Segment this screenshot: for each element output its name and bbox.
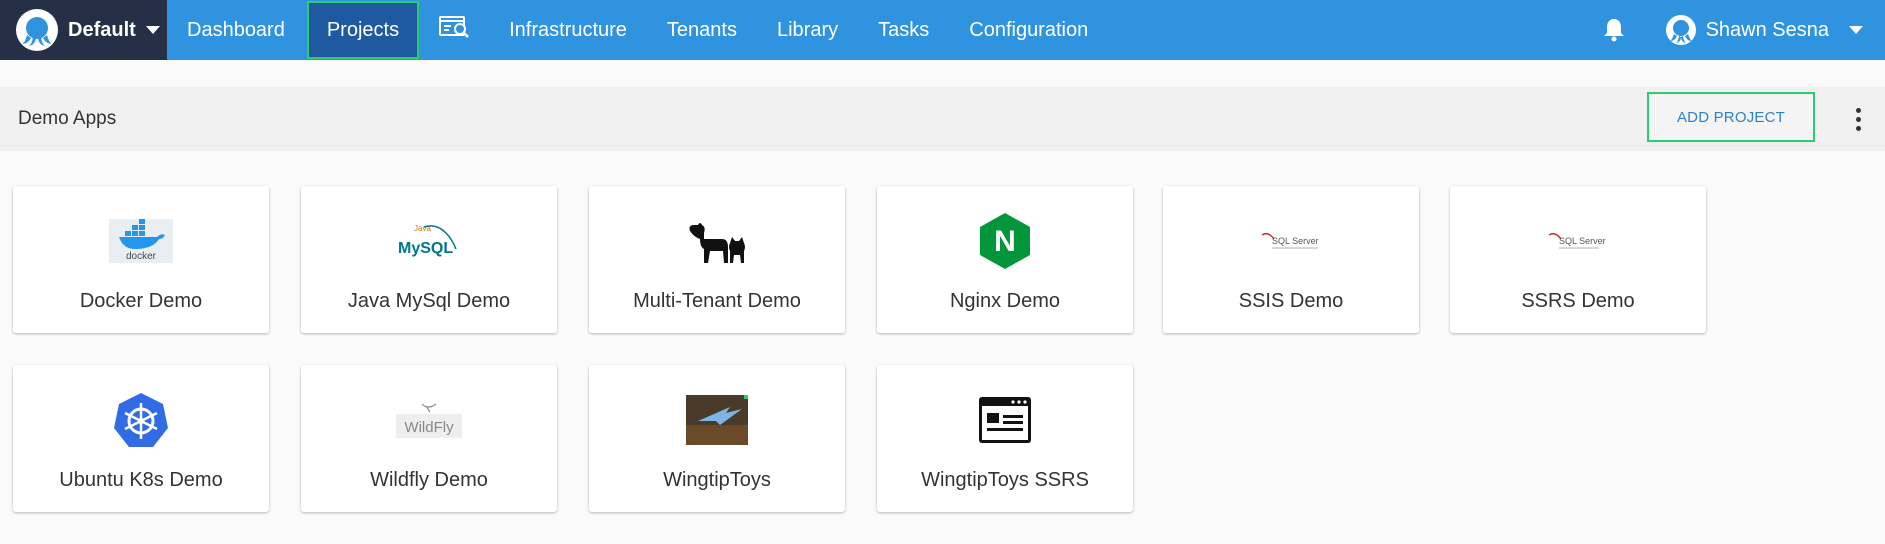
nav-dashboard[interactable]: Dashboard [167,0,305,60]
nav-configuration[interactable]: Configuration [949,0,1108,60]
svg-text:docker: docker [126,251,157,262]
project-name: Nginx Demo [949,290,1061,312]
user-name: Shawn Sesna [1705,18,1829,41]
project-name: SSRS Demo [1521,290,1635,312]
browser-window-icon [877,391,1133,449]
sql-server-logo: SQL Server [1163,212,1419,270]
project-name: Ubuntu K8s Demo [59,469,223,491]
project-name: WingtipToys SSRS [921,469,1089,491]
nav-projects[interactable]: Projects [306,1,420,59]
main-nav: Dashboard Projects Infrastructure Tenant… [167,0,1108,60]
project-card-ubuntu-k8s-demo[interactable]: Ubuntu K8s Demo [13,365,269,512]
mysql-logo: Java MySQL [301,212,557,270]
wingtip-toys-thumbnail [589,391,845,449]
nginx-logo: N [877,212,1133,270]
project-card-docker-demo[interactable]: docker Docker Demo [13,186,269,333]
svg-text:WildFly: WildFly [404,419,454,436]
nav-tasks[interactable]: Tasks [858,0,949,60]
project-card-wingtiptoys[interactable]: WingtipToys [589,365,845,512]
nav-infrastructure[interactable]: Infrastructure [489,0,647,60]
project-name: SSIS Demo [1238,290,1344,312]
search-window-icon [439,15,471,45]
project-card-wingtiptoys-ssrs[interactable]: WingtipToys SSRS [877,365,1133,512]
topbar-right: Shawn Sesna [1584,0,1885,60]
chevron-down-icon [145,26,160,34]
space-name: Default [68,18,136,41]
wildfly-logo: WildFly [301,391,557,449]
project-group-title: Demo Apps [18,108,117,129]
svg-text:N: N [994,225,1016,258]
svg-text:SQL Server: SQL Server [1559,236,1606,246]
nav-tenants[interactable]: Tenants [647,0,757,60]
add-project-button[interactable]: ADD PROJECT [1647,92,1815,142]
project-group-header: Demo Apps ADD PROJECT [0,87,1885,151]
user-avatar [1665,15,1696,45]
notifications-bell-icon[interactable] [1584,0,1644,60]
nav-library[interactable]: Library [757,0,858,60]
space-switcher[interactable]: Default [0,0,167,60]
sql-server-logo: SQL Server [1450,212,1706,270]
docker-logo: docker [13,212,269,270]
svg-text:MySQL: MySQL [398,240,453,257]
project-name: Docker Demo [79,290,203,312]
project-card-ssrs-demo[interactable]: SQL Server SSRS Demo [1450,186,1706,333]
project-card-wildfly-demo[interactable]: WildFly Wildfly Demo [301,365,557,512]
project-card-ssis-demo[interactable]: SQL Server SSIS Demo [1163,186,1419,333]
project-name: Java MySql Demo [347,290,511,312]
chevron-down-icon [1849,26,1863,34]
nav-search[interactable] [421,0,489,60]
project-card-java-mysql-demo[interactable]: Java MySQL Java MySql Demo [301,186,557,333]
user-menu[interactable]: Shawn Sesna [1644,0,1885,60]
project-card-nginx-demo[interactable]: N Nginx Demo [877,186,1133,333]
dog-cat-icon [589,212,845,270]
project-name: WingtipToys [663,469,771,491]
more-vertical-icon[interactable] [1846,103,1870,135]
svg-text:SQL Server: SQL Server [1272,236,1319,246]
project-name: Wildfly Demo [370,469,488,491]
project-card-multi-tenant-demo[interactable]: Multi-Tenant Demo [589,186,845,333]
octopus-logo-icon [16,9,58,51]
kubernetes-logo [13,391,269,449]
project-name: Multi-Tenant Demo [633,290,801,312]
top-navigation-bar: Default Dashboard Projects Infrastructur… [0,0,1885,60]
